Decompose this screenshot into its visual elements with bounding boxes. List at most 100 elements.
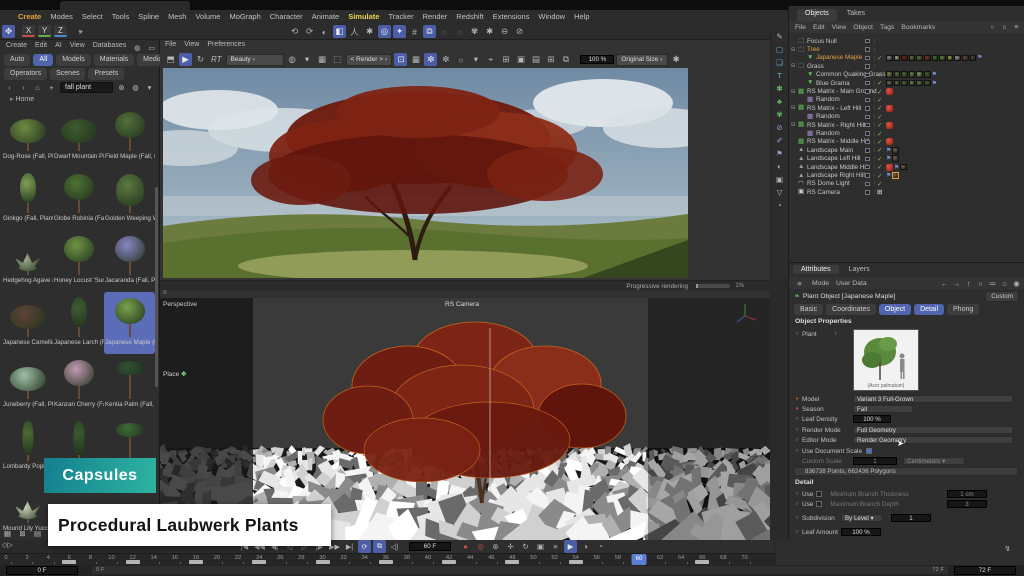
enabled-check-icon[interactable]: ✓ — [877, 172, 882, 180]
redshift-tag-icon[interactable] — [886, 105, 893, 112]
layer-toggle[interactable] — [865, 81, 870, 86]
enabled-check-icon[interactable]: ✓ — [877, 96, 882, 104]
save-icon[interactable]: ⬒ — [164, 53, 177, 66]
phong-tag-icon[interactable]: ⚑ — [886, 155, 891, 162]
render-menu-view[interactable]: View — [184, 41, 199, 51]
material-tag[interactable] — [894, 71, 901, 78]
layer-toggle[interactable] — [865, 98, 870, 103]
material-tag[interactable] — [901, 71, 908, 78]
circle-icon[interactable]: ○ — [454, 53, 467, 66]
object-row[interactable]: ▲Landscape Main⋮✓⚑ — [789, 146, 1024, 154]
object-row[interactable]: ⬚Focus Null⋮ — [789, 37, 1024, 45]
plant-item[interactable]: Field Maple (Fall, Plant) — [104, 106, 155, 168]
visibility-dots[interactable]: ⋮ — [872, 105, 877, 111]
channels-icon[interactable]: ▦ — [409, 53, 422, 66]
browser-tab-all[interactable]: All — [33, 54, 53, 66]
list-view-icon[interactable]: ▤ — [32, 528, 43, 539]
enabled-check-icon[interactable]: ✓ — [877, 104, 882, 112]
autokeying-icon[interactable]: ▶ — [564, 540, 577, 553]
expand-icon[interactable]: ⊟ — [791, 105, 796, 111]
redo-icon[interactable]: ⟳ — [303, 25, 316, 38]
custom-scale-unit-dropdown[interactable]: Centimeters ▾ — [903, 457, 965, 466]
menu-mograph[interactable]: MoGraph — [229, 12, 260, 21]
object-label[interactable]: Focus Null — [807, 38, 837, 45]
layer-toggle[interactable] — [865, 89, 870, 94]
menu-volume[interactable]: Volume — [195, 12, 220, 21]
material-tag[interactable] — [909, 55, 916, 62]
layer-toggle[interactable] — [865, 165, 870, 170]
snapshot2-icon[interactable]: ✼ — [439, 53, 452, 66]
globe-icon[interactable]: ◍ — [134, 42, 140, 53]
material-tag[interactable] — [886, 80, 893, 87]
object-row[interactable]: ▲Landscape Middle Hill⋮✓⚑ — [789, 163, 1024, 171]
back-icon[interactable]: ← — [939, 278, 950, 289]
gear-icon[interactable]: ✱ — [670, 53, 683, 66]
leaf-density-field[interactable]: 100 % — [853, 415, 891, 424]
plane-capsule-icon[interactable]: ▢ — [774, 44, 785, 55]
caret-icon[interactable]: ▾ — [469, 53, 482, 66]
playhead[interactable]: 60 — [632, 554, 647, 565]
grid-view-icon[interactable]: ▦ — [2, 528, 13, 539]
plant-item[interactable]: Japanese Larch (Fall, Pl... — [53, 292, 104, 354]
visibility-dots[interactable]: ⋮ — [872, 97, 877, 103]
layer-toggle[interactable] — [865, 157, 870, 162]
close-view-icon[interactable]: ⊠ — [17, 528, 28, 539]
quantize-icon[interactable]: ⧉ — [423, 25, 436, 38]
object-row[interactable]: ▩Random⋮✓ — [789, 96, 1024, 104]
material-tag[interactable] — [892, 155, 899, 162]
visibility-dots[interactable]: ⋮ — [872, 80, 877, 86]
fcurve-icon[interactable]: ↯ — [1002, 543, 1013, 554]
pv-icon[interactable]: ⧉ — [559, 53, 572, 66]
lock-icon[interactable]: ⌂ — [999, 278, 1010, 289]
menu-extensions[interactable]: Extensions — [493, 12, 530, 21]
isolate-icon[interactable]: ⊖ — [498, 25, 511, 38]
om-tab-objects[interactable]: Objects — [797, 9, 837, 21]
record-param-icon[interactable]: ≡ — [549, 540, 562, 553]
record-scale-icon[interactable]: ▣ — [534, 540, 547, 553]
max-branch-use-checkbox[interactable] — [816, 501, 822, 507]
visibility-dots[interactable]: ⋮ — [872, 114, 877, 120]
object-row[interactable]: ⊟⬚Grass⋮ — [789, 62, 1024, 70]
key-block[interactable] — [189, 560, 203, 564]
flag-mod-icon[interactable]: ⚑ — [774, 148, 785, 159]
add-icon[interactable]: + — [46, 82, 57, 93]
phong-tag-icon[interactable]: ⚑ — [886, 147, 891, 154]
material-tag[interactable] — [892, 147, 899, 154]
material-tag[interactable] — [924, 80, 931, 87]
object-label[interactable]: RS Camera — [807, 189, 840, 196]
up-icon[interactable]: ↑ — [963, 278, 974, 289]
menu-animate[interactable]: Animate — [312, 12, 340, 21]
range-end-input[interactable]: 72 F — [954, 566, 1016, 575]
keyframe-icon[interactable]: ⊛ — [489, 540, 502, 553]
doc-scale-checkbox[interactable] — [866, 448, 872, 454]
material-tag[interactable] — [900, 164, 907, 171]
min-branch-use-checkbox[interactable] — [816, 491, 822, 497]
object-row[interactable]: ▦RS Matrix - Middle Hill⋮✓ — [789, 138, 1024, 146]
caret-icon[interactable]: ▾ — [301, 53, 314, 66]
snapshot-icon[interactable]: ✼ — [424, 53, 437, 66]
layer-toggle[interactable] — [865, 140, 870, 145]
target-icon[interactable]: ◉ — [1011, 278, 1022, 289]
object-label[interactable]: Random — [816, 96, 840, 103]
plant-item[interactable]: Ginkgo (Fall, Plant) — [2, 168, 53, 230]
layer-toggle[interactable] — [865, 47, 870, 52]
forward-icon[interactable]: → — [951, 278, 962, 289]
om-menu-view[interactable]: View — [832, 24, 847, 31]
layer-toggle[interactable] — [865, 106, 870, 111]
timeline-ruler[interactable]: 0246810121416182022242628303234363840424… — [0, 553, 776, 565]
goto-end-icon[interactable]: ▶| — [343, 540, 356, 553]
visibility-dots[interactable]: ⋮ — [872, 147, 877, 153]
menu-tools[interactable]: Tools — [112, 12, 130, 21]
list-icon[interactable]: ≡ — [1011, 22, 1022, 33]
record-icon[interactable]: ● — [459, 540, 472, 553]
object-label[interactable]: Landscape Middle Hill — [807, 164, 869, 171]
plant-item[interactable]: Jacaranda (Fall, Plant) — [104, 230, 155, 292]
object-row[interactable]: ⊟▦RS Matrix - Main Ground⋮✓ — [789, 87, 1024, 95]
menu-simulate[interactable]: Simulate — [348, 12, 379, 21]
image-icon[interactable]: ▤ — [529, 53, 542, 66]
visibility-dots[interactable]: ⋮ — [872, 181, 877, 187]
object-row[interactable]: ▲Landscape Right Hill⋮✓⚑ — [789, 171, 1024, 179]
axis-y-button[interactable]: Y — [38, 25, 51, 37]
material-tag[interactable] — [924, 55, 931, 62]
material-tag[interactable] — [886, 55, 893, 62]
